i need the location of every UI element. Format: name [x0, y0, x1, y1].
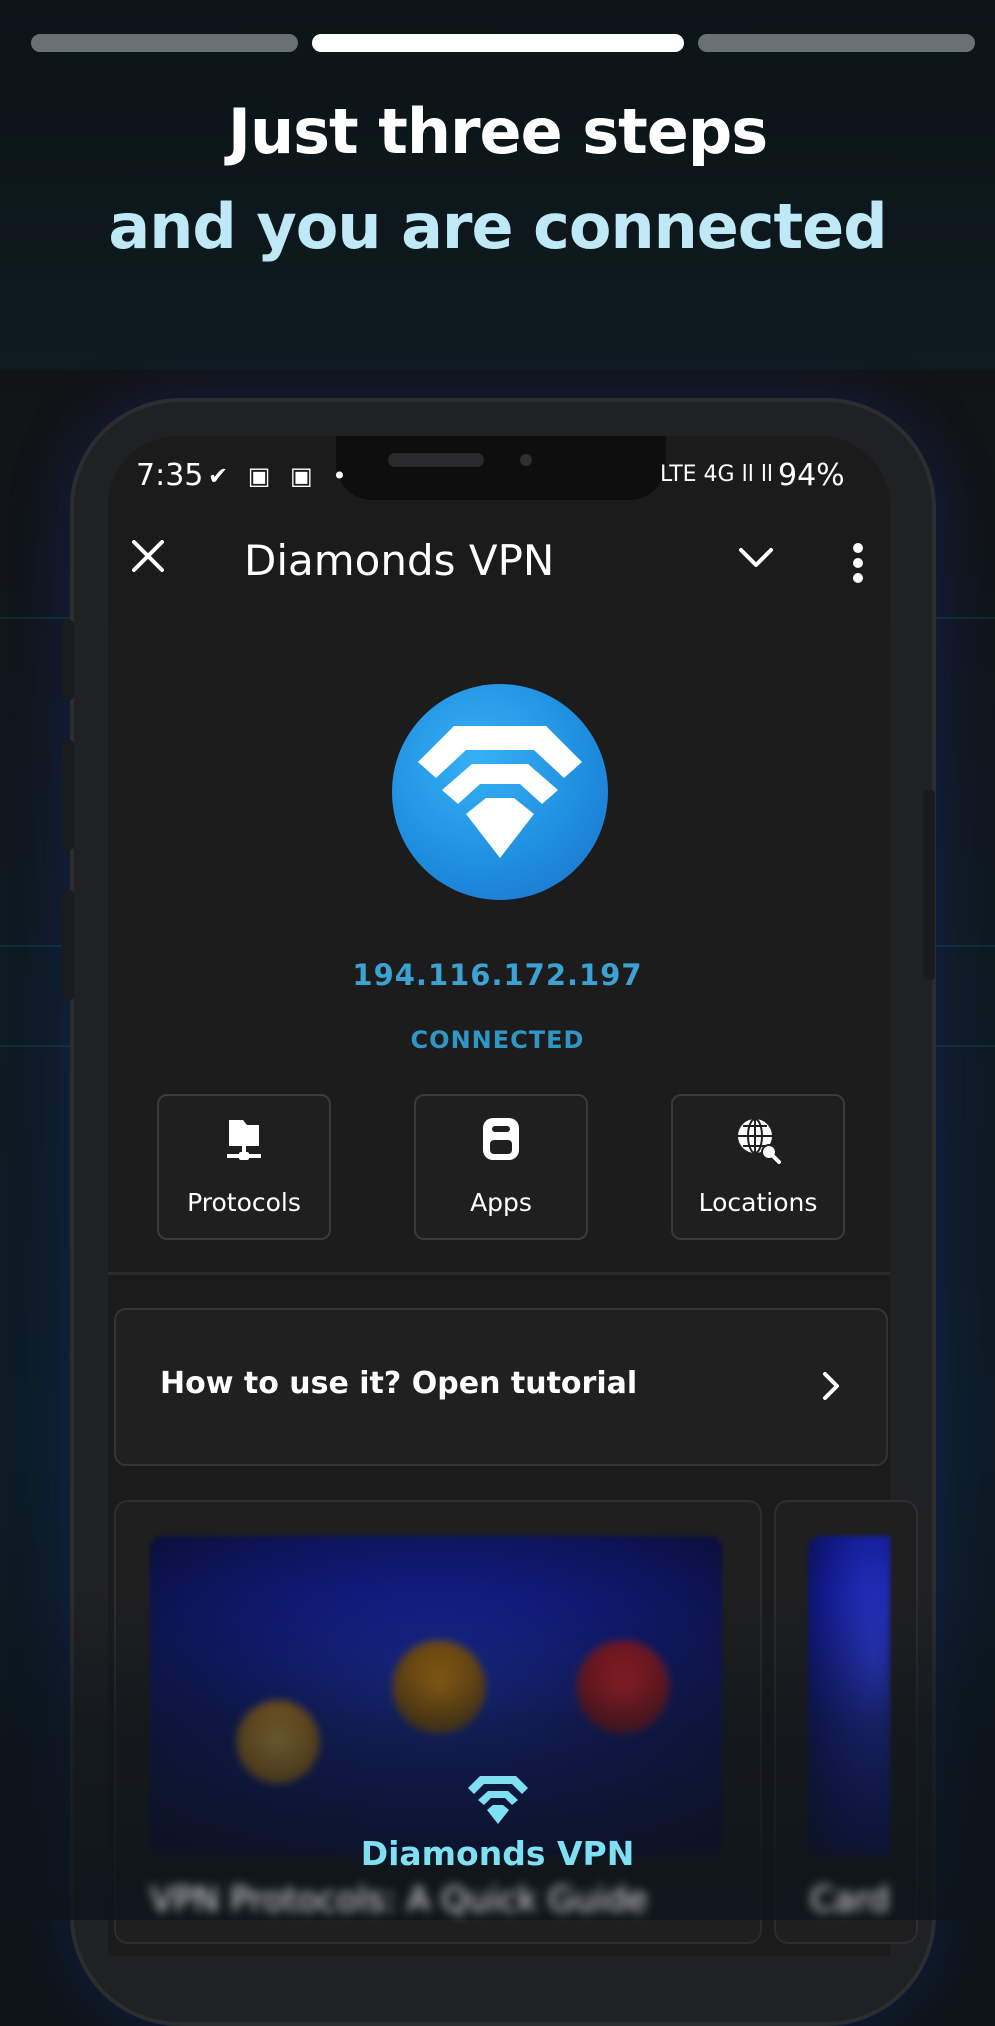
- headline-line-2: and you are connected: [108, 190, 887, 263]
- article-card-title: VPN Protocols: A Quick Guide: [150, 1880, 648, 1920]
- app-title: Diamonds VPN: [244, 536, 555, 585]
- ip-address: 194.116.172.197: [352, 958, 643, 992]
- progress-step-2-active: [312, 34, 684, 52]
- connection-status: CONNECTED: [410, 1026, 585, 1054]
- phone-notch: [336, 436, 666, 500]
- phone-speaker: [388, 453, 484, 467]
- diamond-wifi-icon: [418, 726, 582, 858]
- section-divider: [108, 1272, 890, 1275]
- phone-side-button: [923, 790, 935, 980]
- close-icon[interactable]: [128, 536, 168, 576]
- tutorial-label: How to use it? Open tutorial: [160, 1366, 638, 1401]
- status-time: 7:35: [136, 458, 204, 493]
- status-battery: 94%: [778, 458, 845, 493]
- tile-apps[interactable]: Apps: [414, 1094, 588, 1240]
- tile-label: Locations: [698, 1188, 818, 1217]
- diamonds-vpn-logo: [468, 1776, 528, 1824]
- phone-side-button: [62, 740, 74, 850]
- status-notification-icons: ✔ ▣ ▣ •: [208, 462, 353, 490]
- tile-locations[interactable]: Locations: [671, 1094, 845, 1240]
- header-background: [0, 0, 995, 370]
- tutorial-link[interactable]: How to use it? Open tutorial: [114, 1308, 888, 1466]
- chevron-down-icon[interactable]: [738, 546, 774, 570]
- tile-label: Protocols: [187, 1188, 301, 1217]
- status-signal-icons: LTE 4G ⅼⅼ ⅼⅼ: [660, 462, 774, 487]
- tile-protocols[interactable]: Protocols: [157, 1094, 331, 1240]
- progress-step-1: [31, 34, 298, 52]
- apps-icon: [483, 1118, 519, 1160]
- more-vertical-icon[interactable]: [852, 542, 864, 584]
- phone-camera: [520, 454, 532, 466]
- protocols-icon: [227, 1120, 261, 1160]
- article-card-title: Card: [810, 1880, 890, 1920]
- tile-label: Apps: [470, 1188, 532, 1217]
- connect-button[interactable]: [392, 684, 608, 900]
- progress-step-3: [698, 34, 975, 52]
- globe-search-icon: [738, 1118, 781, 1164]
- brand-name: Diamonds VPN: [360, 1834, 635, 1873]
- phone-side-button: [62, 620, 74, 700]
- headline-line-1: Just three steps: [227, 95, 768, 168]
- chevron-right-icon: [823, 1372, 839, 1400]
